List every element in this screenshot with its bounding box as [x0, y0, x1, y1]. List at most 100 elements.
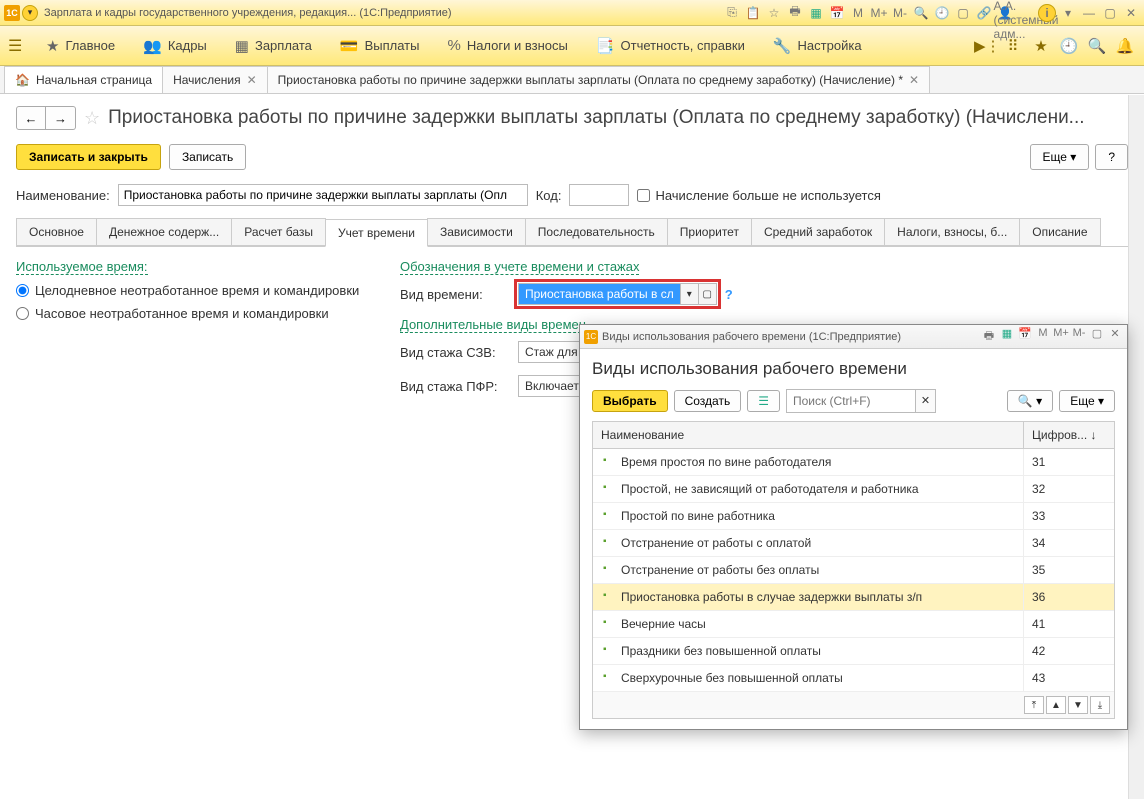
table-row[interactable]: Простой, не зависящий от работодателя и …	[593, 476, 1114, 503]
tb-window-icon[interactable]: ▢	[954, 4, 972, 22]
search-button[interactable]: 🔍 ▾	[1007, 390, 1053, 412]
tb-link-icon[interactable]: 🔗	[975, 4, 993, 22]
select-button[interactable]: Выбрать	[592, 390, 668, 412]
menu-main-label: Главное	[65, 38, 115, 53]
help-icon[interactable]: ?	[725, 287, 733, 302]
create-button[interactable]: Создать	[674, 390, 742, 412]
popup-heading: Виды использования рабочего времени	[592, 359, 1115, 379]
tb-icon-2[interactable]: 📋	[744, 4, 762, 22]
table-row[interactable]: Отстранение от работы с оплатой34	[593, 530, 1114, 557]
tb-icon-1[interactable]: ⎘	[723, 4, 741, 22]
subtab-7[interactable]: Средний заработок	[751, 218, 885, 246]
more-button[interactable]: Еще ▾	[1030, 144, 1090, 170]
help-button[interactable]: ?	[1095, 144, 1128, 170]
popup-close-icon[interactable]: ✕	[1107, 327, 1123, 346]
tb-mplus[interactable]: M+	[870, 4, 888, 22]
menu-apps-icon[interactable]: ⠿	[1002, 37, 1024, 55]
tb-icon-cal2[interactable]: 📅	[828, 4, 846, 22]
nav-first-icon[interactable]: ⤒	[1024, 696, 1044, 714]
menu-fav-icon[interactable]: ★	[1030, 37, 1052, 55]
menu-reports[interactable]: 📑Отчетность, справки	[582, 26, 759, 66]
save-button[interactable]: Записать	[169, 144, 246, 170]
tb-zoom-icon[interactable]: 🔍	[912, 4, 930, 22]
menu-settings[interactable]: 🔧Настройка	[759, 26, 876, 66]
time-type-open-icon[interactable]: ▢	[698, 284, 716, 304]
row-code: 32	[1024, 476, 1114, 502]
subtab-2[interactable]: Расчет базы	[231, 218, 326, 246]
table-row[interactable]: Приостановка работы в случае задержки вы…	[593, 584, 1114, 611]
subtab-5[interactable]: Последовательность	[525, 218, 668, 246]
popup-cal1-icon[interactable]: ▦	[999, 327, 1015, 346]
col-code-header[interactable]: Цифров... ↓	[1024, 422, 1114, 448]
burger-icon[interactable]: ☰	[8, 36, 32, 56]
popup-mplus[interactable]: M+	[1053, 327, 1069, 346]
window-minimize-icon[interactable]: —	[1080, 4, 1098, 22]
search-clear-button[interactable]: ✕	[916, 389, 936, 413]
save-close-button[interactable]: Записать и закрыть	[16, 144, 161, 170]
tab-current[interactable]: Приостановка работы по причине задержки …	[267, 66, 930, 93]
tb-mminus[interactable]: M-	[891, 4, 909, 22]
subtab-1[interactable]: Денежное содерж...	[96, 218, 232, 246]
forward-button[interactable]: →	[46, 106, 76, 130]
name-input[interactable]	[118, 184, 528, 206]
menu-payments[interactable]: 💳Выплаты	[326, 26, 434, 66]
popup-window-title: Виды использования рабочего времени (1С:…	[602, 331, 981, 343]
menu-taxes[interactable]: %Налоги и взносы	[433, 26, 581, 66]
col-name-header[interactable]: Наименование	[593, 422, 1024, 448]
nav-up-icon[interactable]: ▲	[1046, 696, 1066, 714]
table-row[interactable]: Праздники без повышенной оплаты42	[593, 638, 1114, 665]
tb-icon-3[interactable]: ☆	[765, 4, 783, 22]
close-icon[interactable]: ✕	[247, 73, 257, 87]
menu-search-icon[interactable]: 🔍	[1086, 37, 1108, 55]
menu-bell-icon[interactable]: 🔔	[1114, 37, 1136, 55]
search-input[interactable]	[786, 389, 916, 413]
menu-more-icon[interactable]: ▶⋮	[974, 37, 996, 55]
tab-home[interactable]: 🏠Начальная страница	[4, 66, 163, 93]
table-row[interactable]: Простой по вине работника33	[593, 503, 1114, 530]
menu-personnel[interactable]: 👥Кадры	[129, 26, 221, 66]
popup-print-icon[interactable]: 🖶	[981, 327, 997, 346]
time-type-select[interactable]: Приостановка работы в сл ▾ ▢	[518, 283, 717, 305]
tb-clock-icon[interactable]: 🕘	[933, 4, 951, 22]
radio-hourly[interactable]	[16, 307, 29, 320]
tb-dd2[interactable]: ▾	[1059, 4, 1077, 22]
subtab-8[interactable]: Налоги, взносы, б...	[884, 218, 1020, 246]
tb-m[interactable]: M	[849, 4, 867, 22]
subtab-9[interactable]: Описание	[1019, 218, 1100, 246]
table-row[interactable]: Сверхурочные без повышенной оплаты43	[593, 665, 1114, 692]
menu-salary[interactable]: ▦Зарплата	[221, 26, 326, 66]
table-row[interactable]: Вечерние часы41	[593, 611, 1114, 638]
titlebar-dropdown-icon[interactable]: ▾	[22, 5, 38, 21]
not-used-checkbox[interactable]	[637, 189, 650, 202]
scrollbar[interactable]	[1128, 95, 1144, 799]
popup-cal2-icon[interactable]: 📅	[1017, 327, 1033, 346]
radio-full-day[interactable]	[16, 284, 29, 297]
back-button[interactable]: ←	[16, 106, 46, 130]
popup-m[interactable]: M	[1035, 327, 1051, 346]
popup-mminus[interactable]: M-	[1071, 327, 1087, 346]
menu-history-icon[interactable]: 🕘	[1058, 37, 1080, 55]
tb-icon-cal1[interactable]: ▦	[807, 4, 825, 22]
subtab-6[interactable]: Приоритет	[667, 218, 752, 246]
time-type-dropdown-icon[interactable]: ▾	[680, 284, 698, 304]
tab-accruals[interactable]: Начисления✕	[162, 66, 268, 93]
nav-last-icon[interactable]: ⤓	[1090, 696, 1110, 714]
current-user[interactable]: Григорьянц А.А. (системный адм...	[1017, 4, 1035, 22]
subtab-0[interactable]: Основное	[16, 218, 97, 246]
list-button[interactable]: ☰	[747, 390, 780, 412]
table-row[interactable]: Отстранение от работы без оплаты35	[593, 557, 1114, 584]
window-maximize-icon[interactable]: ▢	[1101, 4, 1119, 22]
window-close-icon[interactable]: ✕	[1122, 4, 1140, 22]
code-input[interactable]	[569, 184, 629, 206]
popup-more-button[interactable]: Еще ▾	[1059, 390, 1115, 412]
table-row[interactable]: Время простоя по вине работодателя31	[593, 449, 1114, 476]
menu-main[interactable]: ★Главное	[32, 26, 129, 66]
tb-icon-print[interactable]: 🖶	[786, 4, 804, 22]
close-icon[interactable]: ✕	[909, 73, 919, 87]
nav-down-icon[interactable]: ▼	[1068, 696, 1088, 714]
favorite-star-icon[interactable]: ☆	[84, 108, 100, 129]
popup-maximize-icon[interactable]: ▢	[1089, 327, 1105, 346]
subtab-3[interactable]: Учет времени	[325, 219, 428, 247]
subtab-4[interactable]: Зависимости	[427, 218, 526, 246]
info-icon[interactable]: i	[1038, 4, 1056, 22]
